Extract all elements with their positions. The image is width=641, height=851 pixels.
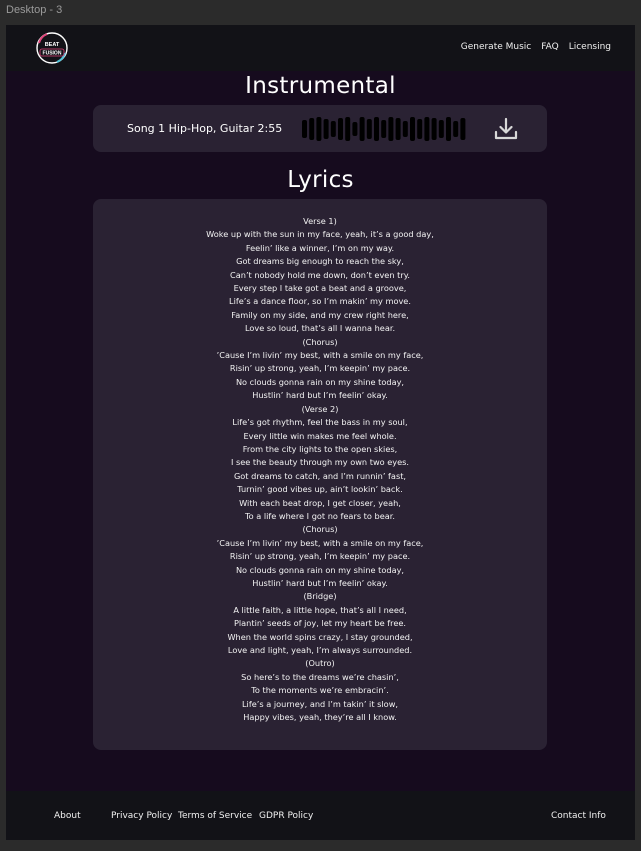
lyric-line: Got dreams to catch, and I’m runnin’ fas…: [233, 470, 407, 481]
waveform-bar: [381, 120, 387, 138]
instrumental-player: Song 1 Hip-Hop, Guitar 2:55: [93, 105, 547, 152]
lyric-line: To a life where I got no fears to bear.: [245, 510, 395, 521]
lyric-line: Family on my side, and my crew right her…: [231, 309, 409, 320]
lyric-line: To the moments we’re embracin’.: [251, 685, 389, 696]
waveform-bar: [388, 117, 394, 141]
lyrics-heading: Lyrics: [287, 167, 354, 193]
lyric-line: A little faith, a little hope, that’s al…: [233, 604, 407, 615]
waveform-bar: [438, 120, 444, 138]
footer-about-link[interactable]: About: [54, 811, 81, 821]
nav-links: Generate Music FAQ Licensing: [461, 42, 611, 52]
lyric-line: Plantin’ seeds of joy, let my heart be f…: [233, 618, 407, 629]
waveform-bar: [366, 119, 372, 139]
lyric-line: Got dreams big enough to reach the sky,: [236, 256, 404, 267]
waveform-bar: [417, 119, 423, 139]
lyric-line: Feelin’ like a winner, I’m on my way.: [245, 242, 395, 253]
lyric-line: Turnin’ good vibes up, ain’t lookin’ bac…: [237, 484, 403, 495]
waveform-bar: [309, 118, 315, 140]
waveform-bar: [446, 117, 451, 141]
waveform-bar: [460, 118, 466, 140]
download-icon[interactable]: [493, 116, 519, 142]
footer-contact-link[interactable]: Contact Info: [551, 811, 606, 821]
lyric-line: Love and light, yeah, I’m always surroun…: [227, 645, 413, 655]
track-title: Song 1 Hip-Hop, Guitar 2:55: [127, 122, 283, 135]
lyric-line: From the city lights to the open skies,: [242, 443, 398, 454]
lyric-line: Every little win makes me feel whole.: [243, 430, 397, 441]
instrumental-heading: Instrumental: [245, 73, 396, 99]
lyric-line: ’Cause I’m livin’ my best, with a smile …: [216, 537, 424, 548]
lyric-line: With each beat drop, I get closer, yeah,: [239, 497, 401, 508]
lyrics-panel: Verse 1) Woke up with the sun in my face,…: [93, 199, 547, 750]
lyric-line: Risin’ up strong, yeah, I’m keepin’ my p…: [229, 363, 411, 374]
nav-licensing[interactable]: Licensing: [569, 42, 611, 52]
top-navbar: BEAT FUSION Generate Music FAQ Licensing: [6, 25, 635, 71]
waveform-bar: [395, 118, 401, 140]
waveform-bar: [330, 121, 336, 137]
lyric-line: Happy vibes, yeah, they’re all I know.: [243, 712, 397, 723]
lyric-line: (Chorus): [302, 524, 338, 535]
logo-text-top: BEAT: [45, 42, 60, 48]
waveform-bar: [302, 120, 307, 138]
waveform-bar: [359, 117, 365, 141]
nav-faq[interactable]: FAQ: [541, 42, 558, 52]
waveform-bar: [352, 122, 358, 136]
logo-text-bottom: FUSION: [43, 51, 62, 57]
waveform-bar: [323, 119, 329, 139]
waveform-icon[interactable]: [302, 117, 472, 141]
desktop-frame: BEAT FUSION Generate Music FAQ Licensing…: [6, 25, 635, 840]
footer-privacy-link[interactable]: Privacy Policy: [111, 811, 172, 821]
waveform-bar: [402, 121, 408, 137]
waveform-bar: [453, 121, 459, 137]
lyric-line: Life’s got rhythm, feel the bass in my s…: [232, 417, 408, 428]
waveform-bar: [424, 117, 430, 141]
lyric-line: Hustlin’ hard but I’m feelin’ okay.: [252, 577, 388, 588]
lyric-line: Hustlin’ hard but I’m feelin’ okay.: [252, 390, 388, 401]
lyric-line: Can’t nobody hold me down, don’t even tr…: [230, 269, 410, 280]
lyric-line: No clouds gonna rain on my shine today,: [235, 564, 405, 575]
lyric-line: ’Cause I’m livin’ my best, with a smile …: [216, 350, 424, 361]
nav-generate-music[interactable]: Generate Music: [461, 42, 532, 52]
lyric-line: Love so loud, that’s all I wanna hear.: [244, 323, 396, 334]
lyric-line: Woke up with the sun in my face, yeah, i…: [206, 229, 434, 240]
lyric-line: Verse 1): [303, 216, 337, 226]
lyric-line: When the world spins crazy, I stay groun…: [227, 631, 413, 642]
lyric-line: I see the beauty through my own two eyes…: [230, 457, 410, 468]
waveform-bar: [431, 118, 437, 140]
lyric-line: So here’s to the dreams we’re chasin’,: [241, 671, 399, 682]
lyric-line: No clouds gonna rain on my shine today,: [235, 376, 405, 387]
footer: About Privacy Policy Terms of Service GD…: [6, 791, 635, 840]
footer-gdpr-link[interactable]: GDPR Policy: [259, 811, 313, 821]
lyric-line: Risin’ up strong, yeah, I’m keepin’ my p…: [229, 551, 411, 562]
lyric-line: (Bridge): [303, 591, 337, 602]
beat-fusion-logo[interactable]: BEAT FUSION: [34, 30, 70, 66]
waveform-bar: [316, 117, 322, 141]
frame-label: Desktop - 3: [6, 4, 63, 16]
lyric-line: (Chorus): [302, 336, 338, 347]
lyric-line: (Outro): [305, 658, 335, 669]
lyric-line: Life’s a journey, and I’m takin’ it slow…: [242, 698, 398, 709]
waveform-bar: [345, 117, 351, 141]
waveform-bar: [410, 117, 415, 141]
waveform-bar: [338, 118, 343, 140]
waveform-bar: [374, 117, 379, 141]
footer-terms-link[interactable]: Terms of Service: [178, 811, 252, 821]
lyric-line: Every step I take got a beat and a groov…: [233, 283, 407, 294]
lyrics-text: Verse 1) Woke up with the sun in my face,…: [93, 215, 547, 724]
lyric-line: (Verse 2): [301, 403, 339, 414]
lyric-line: Life’s a dance floor, so I’m makin’ my m…: [229, 296, 411, 307]
